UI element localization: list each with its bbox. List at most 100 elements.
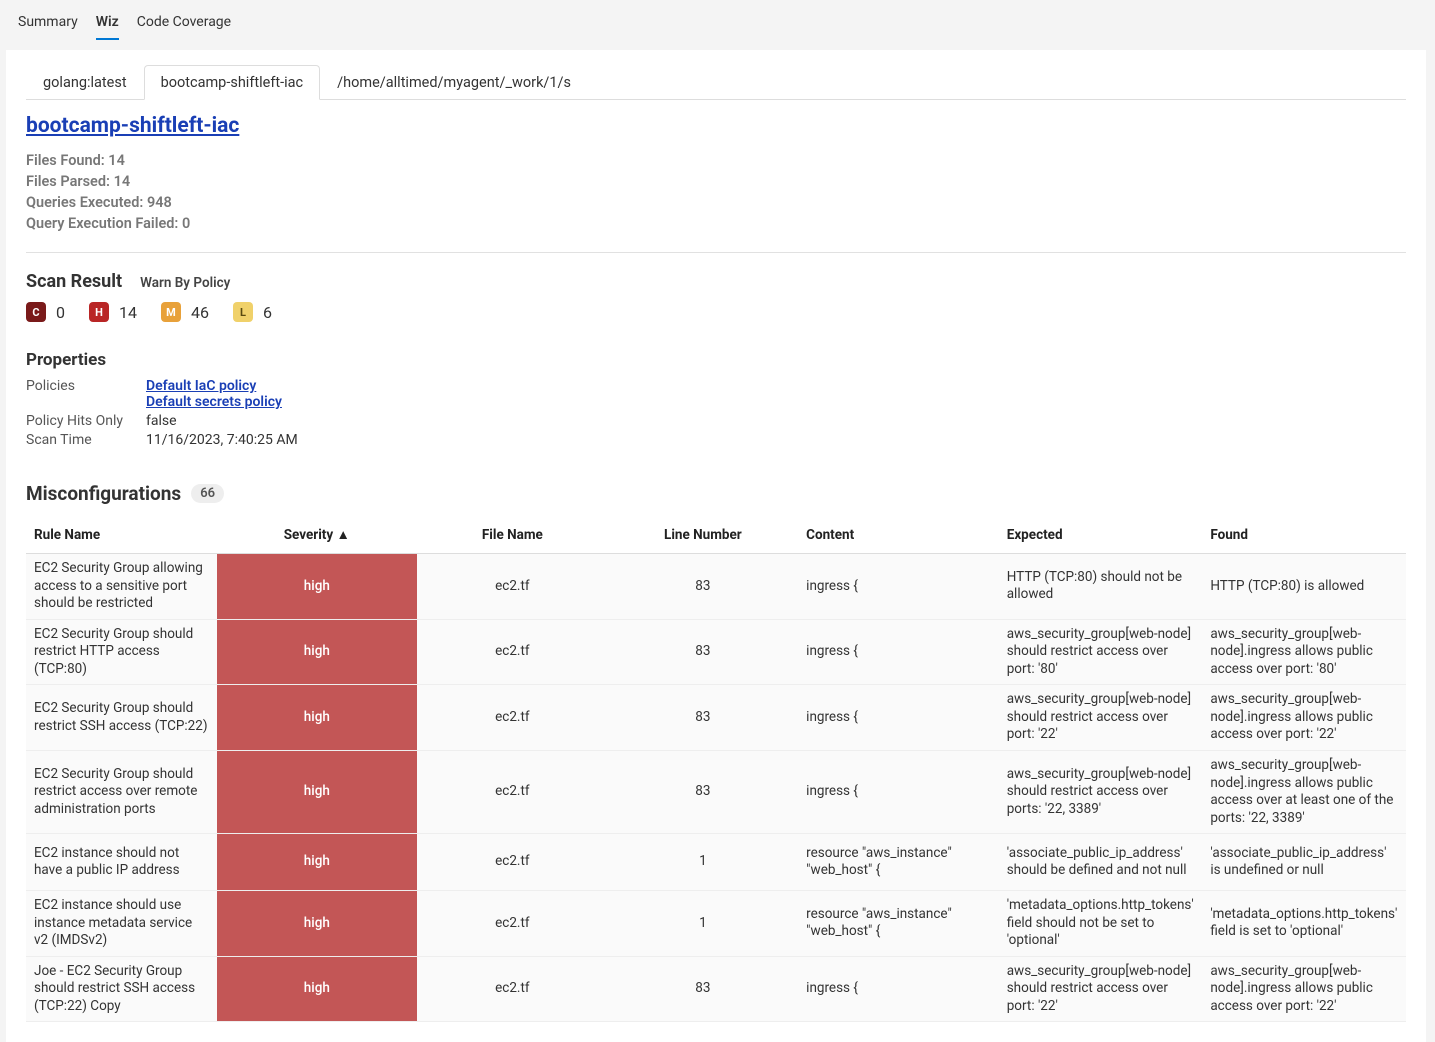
policy-link-iac[interactable]: Default IaC policy (146, 378, 282, 394)
sub-tab[interactable]: bootcamp-shiftleft-iac (144, 65, 321, 100)
stat-files-found: Files Found: 14 (26, 150, 1406, 171)
cell-line: 83 (608, 554, 799, 620)
cell-severity: high (217, 956, 418, 1022)
cell-expected: aws_security_group[web-node] should rest… (999, 750, 1203, 833)
cell-content: ingress { (798, 956, 999, 1022)
high-count: 14 (119, 303, 137, 322)
col-rule-name[interactable]: Rule Name (26, 517, 217, 554)
cell-file: ec2.tf (417, 891, 608, 957)
cell-rule: EC2 Security Group allowing access to a … (26, 554, 217, 620)
low-count: 6 (263, 303, 272, 322)
cell-expected: 'metadata_options.http_tokens' field sho… (999, 891, 1203, 957)
table-row[interactable]: EC2 Security Group should restrict HTTP … (26, 619, 1406, 685)
policy-link-secrets[interactable]: Default secrets policy (146, 394, 282, 410)
scan-result-title: Scan Result (26, 271, 122, 292)
cell-found: 'associate_public_ip_address' is undefin… (1202, 834, 1406, 891)
divider (26, 252, 1406, 253)
warn-by-policy-label: Warn By Policy (140, 275, 230, 291)
stat-queries-exec: Queries Executed: 948 (26, 192, 1406, 213)
cell-content: ingress { (798, 619, 999, 685)
scan-time-label: Scan Time (26, 432, 146, 448)
cell-found: HTTP (TCP:80) is allowed (1202, 554, 1406, 620)
cell-file: ec2.tf (417, 554, 608, 620)
critical-badge: C (26, 302, 46, 322)
top-tabs: Summary Wiz Code Coverage (0, 0, 1435, 40)
stat-queries-failed: Query Execution Failed: 0 (26, 213, 1406, 234)
table-row[interactable]: EC2 Security Group should restrict SSH a… (26, 685, 1406, 751)
severity-summary: C 0 H 14 M 46 L 6 (26, 302, 1406, 322)
sub-tabs: golang:latestbootcamp-shiftleft-iac/home… (26, 64, 1406, 100)
cell-rule: EC2 Security Group should restrict HTTP … (26, 619, 217, 685)
cell-rule: EC2 Security Group should restrict SSH a… (26, 685, 217, 751)
policies-label: Policies (26, 378, 146, 410)
cell-severity: high (217, 685, 418, 751)
cell-expected: aws_security_group[web-node] should rest… (999, 619, 1203, 685)
cell-file: ec2.tf (417, 750, 608, 833)
cell-line: 1 (608, 834, 799, 891)
cell-line: 83 (608, 619, 799, 685)
hits-label: Policy Hits Only (26, 413, 146, 429)
critical-count: 0 (56, 303, 65, 322)
page-content: golang:latestbootcamp-shiftleft-iac/home… (6, 50, 1426, 1042)
cell-content: resource "aws_instance" "web_host" { (798, 891, 999, 957)
cell-expected: aws_security_group[web-node] should rest… (999, 685, 1203, 751)
cell-found: aws_security_group[web-node].ingress all… (1202, 750, 1406, 833)
scan-result-header: Scan Result Warn By Policy (26, 271, 1406, 292)
cell-rule: Joe - EC2 Security Group should restrict… (26, 956, 217, 1022)
cell-content: resource "aws_instance" "web_host" { (798, 834, 999, 891)
cell-file: ec2.tf (417, 619, 608, 685)
high-badge: H (89, 302, 109, 322)
cell-file: ec2.tf (417, 834, 608, 891)
sub-tab[interactable]: golang:latest (26, 65, 144, 100)
cell-severity: high (217, 554, 418, 620)
cell-line: 83 (608, 685, 799, 751)
cell-line: 83 (608, 956, 799, 1022)
cell-expected: HTTP (TCP:80) should not be allowed (999, 554, 1203, 620)
table-row[interactable]: Joe - EC2 Security Group should restrict… (26, 956, 1406, 1022)
cell-expected: aws_security_group[web-node] should rest… (999, 956, 1203, 1022)
properties-title: Properties (26, 350, 1406, 370)
col-content[interactable]: Content (798, 517, 999, 554)
hits-value: false (146, 413, 177, 429)
top-tab-code-coverage[interactable]: Code Coverage (137, 10, 231, 40)
cell-severity: high (217, 750, 418, 833)
cell-file: ec2.tf (417, 956, 608, 1022)
table-row[interactable]: EC2 instance should use instance metadat… (26, 891, 1406, 957)
col-file-name[interactable]: File Name (417, 517, 608, 554)
sub-tab[interactable]: /home/alltimed/myagent/_work/1/s (320, 65, 588, 100)
cell-rule: EC2 Security Group should restrict acces… (26, 750, 217, 833)
cell-severity: high (217, 834, 418, 891)
table-row[interactable]: EC2 Security Group should restrict acces… (26, 750, 1406, 833)
table-row[interactable]: EC2 Security Group allowing access to a … (26, 554, 1406, 620)
project-title-link[interactable]: bootcamp-shiftleft-iac (26, 114, 239, 138)
col-found[interactable]: Found (1202, 517, 1406, 554)
cell-found: 'metadata_options.http_tokens' field is … (1202, 891, 1406, 957)
medium-count: 46 (191, 303, 209, 322)
scan-time-value: 11/16/2023, 7:40:25 AM (146, 432, 298, 448)
cell-found: aws_security_group[web-node].ingress all… (1202, 956, 1406, 1022)
misconfigurations-count: 66 (191, 484, 224, 503)
top-tab-wiz[interactable]: Wiz (96, 10, 119, 40)
cell-content: ingress { (798, 554, 999, 620)
cell-found: aws_security_group[web-node].ingress all… (1202, 685, 1406, 751)
cell-severity: high (217, 619, 418, 685)
cell-content: ingress { (798, 685, 999, 751)
low-badge: L (233, 302, 253, 322)
cell-line: 1 (608, 891, 799, 957)
misconfigurations-header: Misconfigurations 66 (26, 482, 1406, 505)
table-row[interactable]: EC2 instance should not have a public IP… (26, 834, 1406, 891)
cell-rule: EC2 instance should not have a public IP… (26, 834, 217, 891)
misconfigurations-table: Rule Name Severity ▲ File Name Line Numb… (26, 517, 1406, 1022)
top-tab-summary[interactable]: Summary (18, 10, 78, 40)
col-line-number[interactable]: Line Number (608, 517, 799, 554)
cell-found: aws_security_group[web-node].ingress all… (1202, 619, 1406, 685)
col-expected[interactable]: Expected (999, 517, 1203, 554)
misconfigurations-title: Misconfigurations (26, 482, 181, 505)
properties-section: Properties Policies Default IaC policy D… (26, 350, 1406, 448)
cell-file: ec2.tf (417, 685, 608, 751)
cell-expected: 'associate_public_ip_address' should be … (999, 834, 1203, 891)
medium-badge: M (161, 302, 181, 322)
col-severity[interactable]: Severity ▲ (217, 517, 418, 554)
scan-stats: Files Found: 14 Files Parsed: 14 Queries… (26, 150, 1406, 234)
cell-severity: high (217, 891, 418, 957)
